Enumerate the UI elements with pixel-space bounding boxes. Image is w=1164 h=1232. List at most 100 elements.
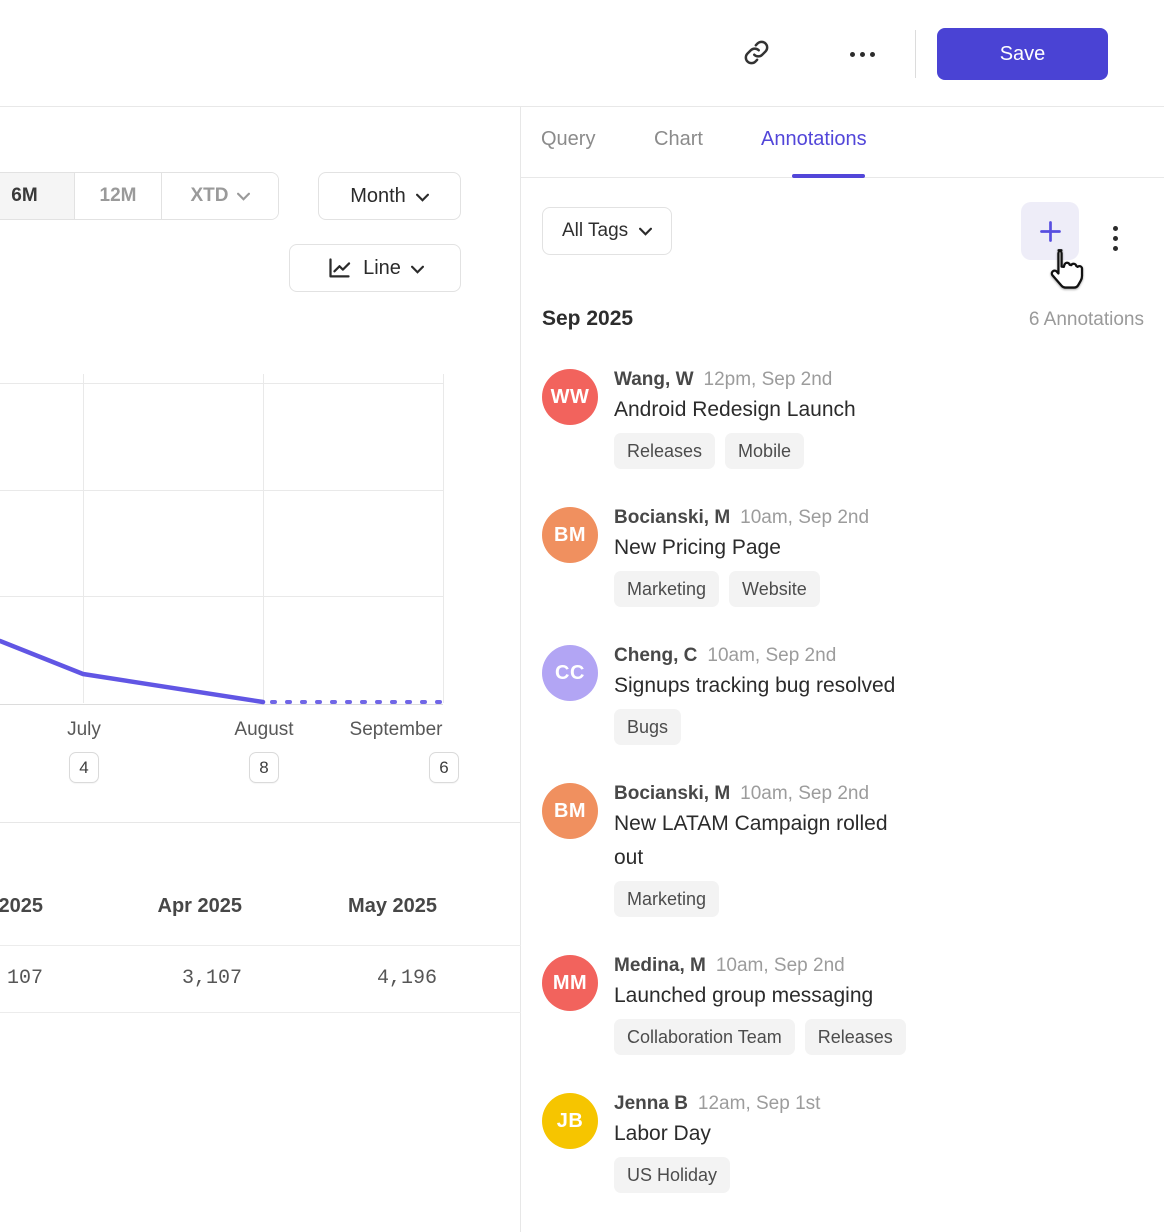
table-value-col2: 3,107 xyxy=(182,967,242,990)
granularity-label: Month xyxy=(350,185,406,208)
copy-link-button[interactable] xyxy=(736,36,776,72)
app-root: Save 6M 12M XTD Month xyxy=(0,0,1164,1232)
annotation-author: Jenna B xyxy=(614,1093,688,1115)
add-annotation-button[interactable] xyxy=(1021,202,1079,260)
annotations-panel: Query Chart Annotations All Tags xyxy=(521,107,1164,1232)
avatar: JB xyxy=(542,1093,598,1149)
tag-chip: US Holiday xyxy=(614,1157,730,1193)
annotation-tags: Releases Mobile xyxy=(614,433,856,469)
annotation-title: Android Redesign Launch xyxy=(614,393,856,427)
table-row-divider xyxy=(0,1012,521,1013)
tab-chart[interactable]: Chart xyxy=(654,128,703,151)
x-axis-label-august: August xyxy=(234,719,293,741)
date-range-selector: 6M 12M XTD xyxy=(0,172,279,220)
chart-type-dropdown[interactable]: Line xyxy=(289,244,461,292)
chart-type-label: Line xyxy=(363,257,401,280)
section-divider xyxy=(0,822,521,823)
annotation-item[interactable]: BM Bocianski, M 10am, Sep 2nd New LATAM … xyxy=(542,783,1148,917)
annotation-author: Wang, W xyxy=(614,369,694,391)
annotation-title: Launched group messaging xyxy=(614,979,906,1013)
kebab-icon xyxy=(1113,226,1118,251)
table-header-col2: Apr 2025 xyxy=(158,895,243,918)
annotation-item[interactable]: WW Wang, W 12pm, Sep 2nd Android Redesig… xyxy=(542,369,1148,469)
range-option-xtd[interactable]: XTD xyxy=(161,173,278,219)
chevron-down-icon xyxy=(411,257,424,280)
tag-chip: Releases xyxy=(614,433,715,469)
x-axis-label-july: July xyxy=(67,719,101,741)
ellipsis-icon xyxy=(850,52,875,57)
annotation-timestamp: 10am, Sep 2nd xyxy=(707,645,836,667)
annotations-list: WW Wang, W 12pm, Sep 2nd Android Redesig… xyxy=(542,369,1148,1231)
tag-chip: Mobile xyxy=(725,433,804,469)
tab-annotations[interactable]: Annotations xyxy=(761,128,867,151)
tags-filter-label: All Tags xyxy=(562,220,628,242)
metric-line-series xyxy=(0,376,521,711)
tag-chip: Bugs xyxy=(614,709,681,745)
annotation-body: Medina, M 10am, Sep 2nd Launched group m… xyxy=(614,955,906,1055)
save-button[interactable]: Save xyxy=(937,28,1108,80)
panel-tabs: Query Chart Annotations xyxy=(521,107,1164,178)
line-chart-icon xyxy=(326,255,353,282)
annotation-timestamp: 12am, Sep 1st xyxy=(698,1093,821,1115)
annotation-tags: Collaboration Team Releases xyxy=(614,1019,906,1055)
range-option-6m[interactable]: 6M xyxy=(0,173,74,219)
annotation-author: Bocianski, M xyxy=(614,783,730,805)
annotation-tags: Marketing Website xyxy=(614,571,869,607)
line-chart-plot xyxy=(0,376,521,705)
more-actions-button[interactable] xyxy=(840,36,884,72)
tag-chip: Collaboration Team xyxy=(614,1019,795,1055)
avatar: WW xyxy=(542,369,598,425)
annotation-count-badge-july[interactable]: 4 xyxy=(69,752,99,783)
range-option-12m[interactable]: 12M xyxy=(74,173,161,219)
table-value-col3: 4,196 xyxy=(377,967,437,990)
avatar: BM xyxy=(542,507,598,563)
annotation-author: Bocianski, M xyxy=(614,507,730,529)
link-icon xyxy=(743,39,770,69)
annotation-title: Signups tracking bug resolved xyxy=(614,669,895,703)
avatar: CC xyxy=(542,645,598,701)
top-header: Save xyxy=(0,0,1164,107)
tag-chip: Marketing xyxy=(614,881,719,917)
tab-query[interactable]: Query xyxy=(541,128,595,151)
annotation-body: Wang, W 12pm, Sep 2nd Android Redesign L… xyxy=(614,369,856,469)
annotation-tags: US Holiday xyxy=(614,1157,820,1193)
group-month-title: Sep 2025 xyxy=(542,307,633,331)
annotation-body: Bocianski, M 10am, Sep 2nd New LATAM Cam… xyxy=(614,783,912,917)
annotation-author: Cheng, C xyxy=(614,645,697,667)
annotation-timestamp: 10am, Sep 2nd xyxy=(716,955,845,977)
annotation-title: New Pricing Page xyxy=(614,531,869,565)
x-axis-label-september: September xyxy=(350,719,443,741)
table-row-divider xyxy=(0,945,521,946)
annotation-timestamp: 10am, Sep 2nd xyxy=(740,507,869,529)
chevron-down-icon xyxy=(416,185,429,208)
annotations-group-header: Sep 2025 6 Annotations xyxy=(542,307,1144,331)
annotation-title: New LATAM Campaign rolled out xyxy=(614,807,912,875)
tags-filter-dropdown[interactable]: All Tags xyxy=(542,207,672,255)
tag-chip: Releases xyxy=(805,1019,906,1055)
annotation-body: Cheng, C 10am, Sep 2nd Signups tracking … xyxy=(614,645,895,745)
range-option-xtd-label: XTD xyxy=(191,185,229,207)
avatar: MM xyxy=(542,955,598,1011)
header-divider xyxy=(915,30,916,78)
plus-icon xyxy=(1037,218,1064,245)
annotation-item[interactable]: CC Cheng, C 10am, Sep 2nd Signups tracki… xyxy=(542,645,1148,745)
annotation-item[interactable]: MM Medina, M 10am, Sep 2nd Launched grou… xyxy=(542,955,1148,1055)
annotation-timestamp: 12pm, Sep 2nd xyxy=(704,369,833,391)
granularity-dropdown[interactable]: Month xyxy=(318,172,461,220)
annotation-count-badge-august[interactable]: 8 xyxy=(249,752,279,783)
group-count-label: 6 Annotations xyxy=(1029,309,1144,331)
annotation-item[interactable]: JB Jenna B 12am, Sep 1st Labor Day US Ho… xyxy=(542,1093,1148,1193)
annotation-tags: Marketing xyxy=(614,881,912,917)
table-header-col3: May 2025 xyxy=(348,895,437,918)
annotation-author: Medina, M xyxy=(614,955,706,977)
avatar: BM xyxy=(542,783,598,839)
tag-chip: Website xyxy=(729,571,820,607)
table-value-col1: 107 xyxy=(7,967,43,990)
annotation-body: Bocianski, M 10am, Sep 2nd New Pricing P… xyxy=(614,507,869,607)
active-tab-underline xyxy=(792,174,865,178)
table-header-col1: 2025 xyxy=(0,895,43,918)
annotation-count-badge-september[interactable]: 6 xyxy=(429,752,459,783)
annotation-item[interactable]: BM Bocianski, M 10am, Sep 2nd New Pricin… xyxy=(542,507,1148,607)
panel-menu-button[interactable] xyxy=(1103,217,1127,259)
annotation-title: Labor Day xyxy=(614,1117,820,1151)
